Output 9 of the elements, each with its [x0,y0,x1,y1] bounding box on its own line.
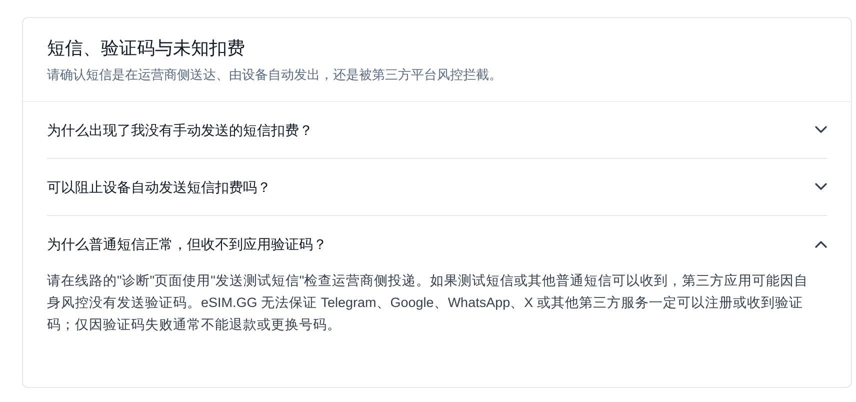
section-title: 短信、验证码与未知扣费 [47,37,246,60]
faq-answer: 请在线路的"诊断"页面使用"发送测试短信"检查运营商侧投递。如果测试短信或其他普通短信可以收到，第三方应用可能因自身风控没有发送验证码。eSIM.GG 无法保证 Telegram、Google、WhatsApp、X 或其他第三方服务一定可以注册或收到验证码；仅因验证码失败通常不能退款或更换号码。 [47,272,810,334]
chevron-down-icon [815,126,827,134]
section-subtitle: 请确认短信是在运营商侧送达、由设备自动发出，还是被第三方平台风控拦截。 [47,66,503,84]
chevron-down-icon [815,183,827,191]
faq-question[interactable]: 可以阻止设备自动发送短信扣费吗？ [47,159,827,215]
faq-question[interactable]: 为什么普通短信正常，但收不到应用验证码？ [47,216,827,272]
chevron-up-icon [815,240,827,248]
faq-question[interactable]: 为什么出现了我没有手动发送的短信扣费？ [47,102,827,158]
